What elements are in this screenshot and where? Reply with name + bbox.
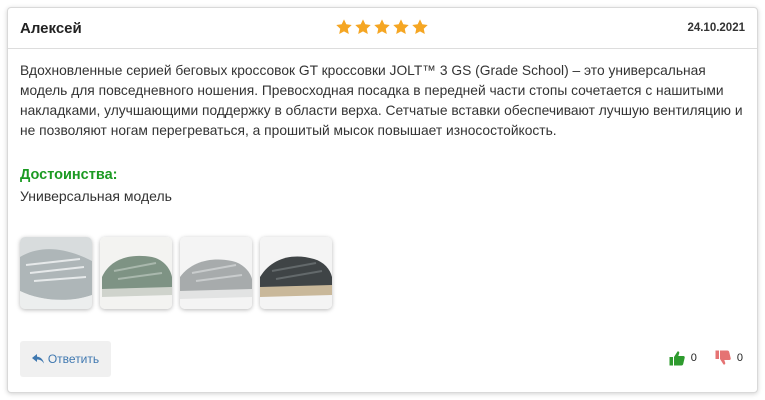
review-text: Вдохновленные серией беговых кроссовок G… bbox=[20, 63, 743, 138]
review-photos bbox=[20, 237, 332, 309]
photo-green-sneaker bbox=[100, 237, 172, 309]
dislike-count: 0 bbox=[736, 352, 743, 364]
review-card: Алексей 24.10.2021 Вдохновленные серией … bbox=[7, 7, 758, 393]
thumbs-up-icon bbox=[669, 351, 685, 366]
star-icon bbox=[393, 19, 409, 35]
star-icon bbox=[412, 19, 428, 35]
review-photo-1[interactable] bbox=[20, 237, 92, 309]
star-icon bbox=[374, 19, 390, 35]
reply-arrow-icon bbox=[31, 354, 44, 364]
review-header: Алексей 24.10.2021 bbox=[8, 8, 757, 49]
photo-grey-sneaker bbox=[20, 237, 92, 309]
reply-button[interactable]: Ответить bbox=[20, 341, 111, 377]
like-button[interactable]: 0 bbox=[669, 350, 697, 366]
thumbs-down-icon bbox=[715, 350, 731, 365]
reply-button-label: Ответить bbox=[47, 352, 100, 366]
rating-stars bbox=[335, 16, 429, 40]
review-votes: 0 0 bbox=[651, 350, 743, 366]
pros-title: Достоинства: bbox=[20, 167, 118, 183]
star-icon bbox=[336, 19, 352, 35]
dislike-button[interactable]: 0 bbox=[715, 350, 743, 366]
review-author: Алексей bbox=[20, 20, 82, 37]
review-photo-4[interactable] bbox=[260, 237, 332, 309]
star-icon bbox=[355, 19, 371, 35]
review-date: 24.10.2021 bbox=[687, 22, 745, 34]
pros-text: Универсальная модель bbox=[20, 188, 172, 204]
review-photo-3[interactable] bbox=[180, 237, 252, 309]
photo-light-grey-sneaker bbox=[180, 237, 252, 309]
photo-dark-sneaker bbox=[260, 237, 332, 309]
review-photo-2[interactable] bbox=[100, 237, 172, 309]
like-count: 0 bbox=[690, 352, 697, 364]
